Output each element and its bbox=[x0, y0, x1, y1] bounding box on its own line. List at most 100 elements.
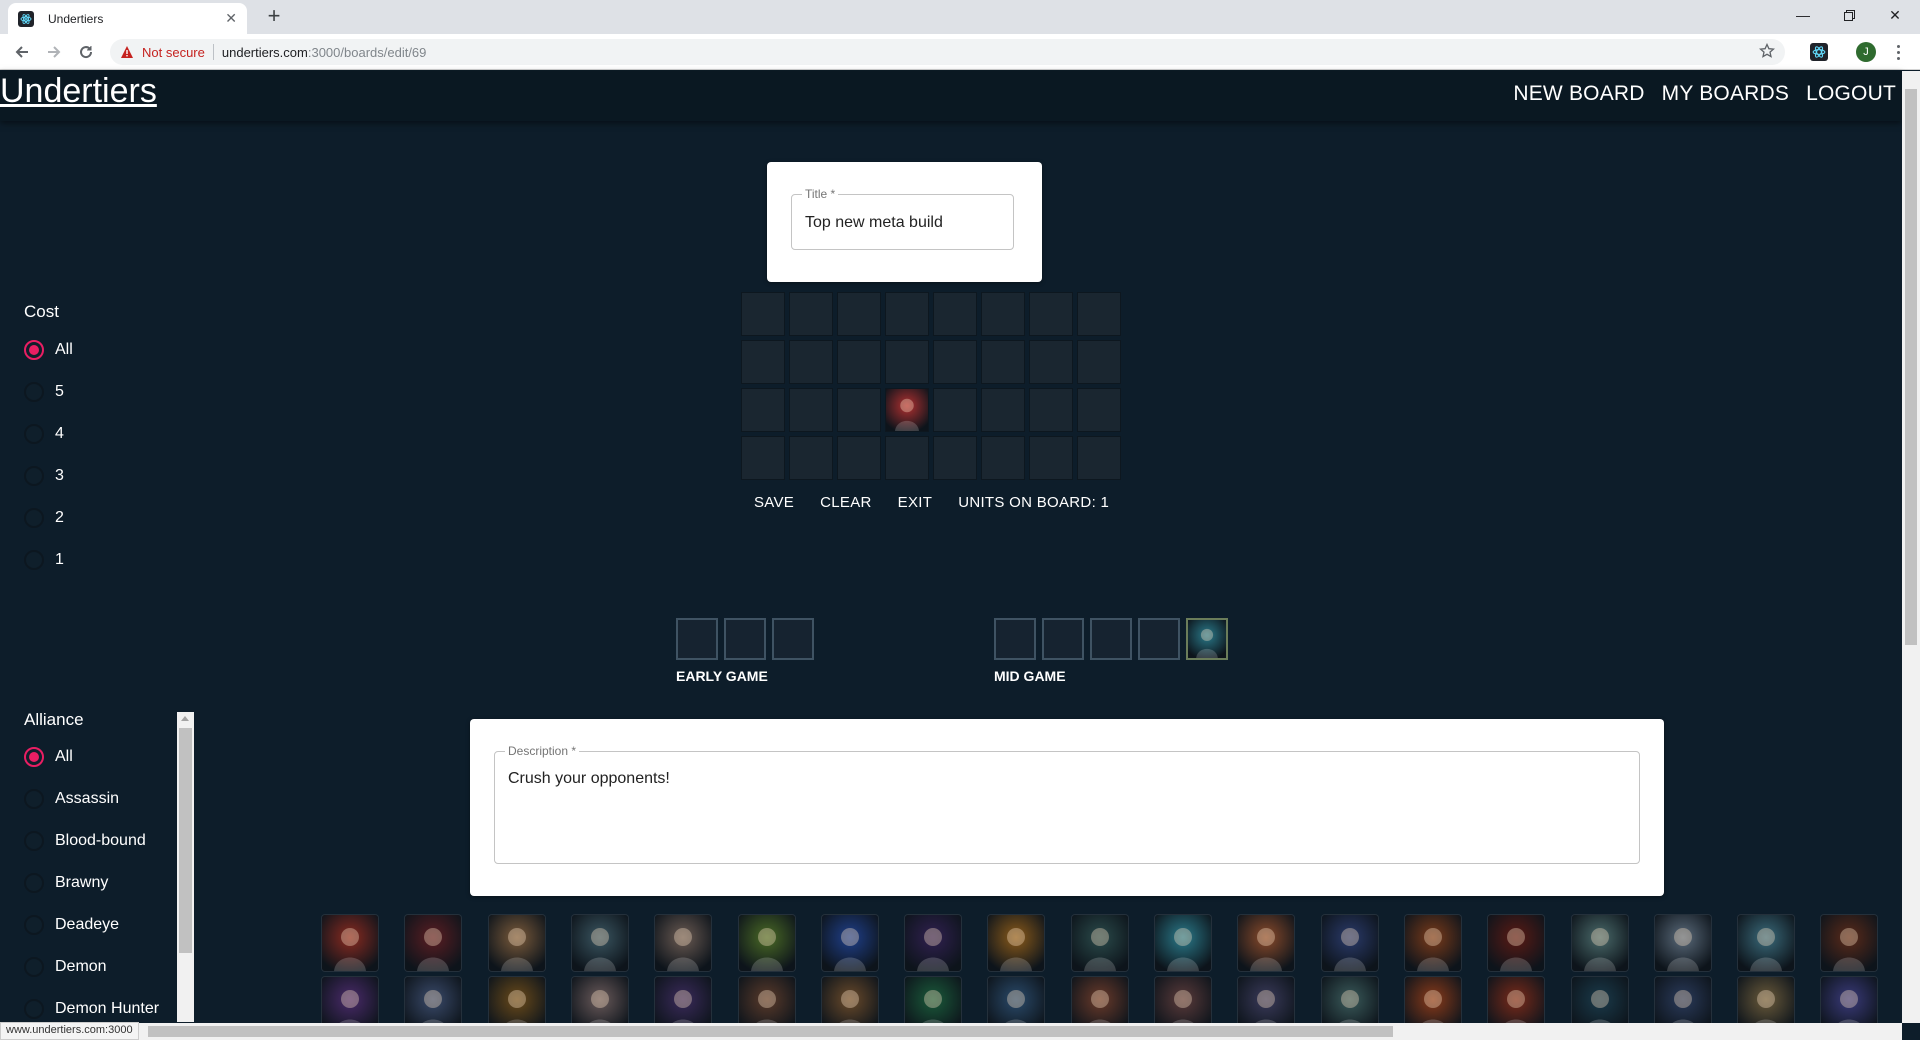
cost-filter-option[interactable]: 3 bbox=[24, 464, 64, 488]
reload-icon[interactable] bbox=[74, 40, 98, 64]
board-cell[interactable] bbox=[741, 436, 785, 480]
board-cell[interactable] bbox=[741, 292, 785, 336]
mid-game-slot[interactable] bbox=[994, 618, 1036, 660]
mid-game-slot[interactable] bbox=[1138, 618, 1180, 660]
board-cell[interactable] bbox=[981, 292, 1025, 336]
minimize-icon[interactable]: — bbox=[1780, 0, 1826, 30]
description-field-value[interactable]: Crush your opponents! bbox=[508, 770, 670, 788]
early-game-slot[interactable] bbox=[676, 618, 718, 660]
alliance-filter-radio[interactable] bbox=[24, 915, 44, 935]
board-cell[interactable] bbox=[933, 292, 977, 336]
close-window-icon[interactable]: ✕ bbox=[1872, 0, 1918, 30]
board-cell[interactable] bbox=[1077, 388, 1121, 432]
unit-portrait[interactable] bbox=[572, 915, 628, 971]
clear-button[interactable]: CLEAR bbox=[820, 494, 872, 511]
page-horizontal-scrollbar[interactable] bbox=[0, 1023, 1902, 1040]
board-cell[interactable] bbox=[1029, 292, 1073, 336]
board-cell[interactable] bbox=[789, 292, 833, 336]
unit-portrait[interactable] bbox=[1155, 915, 1211, 971]
unit-portrait[interactable] bbox=[1072, 915, 1128, 971]
board-cell-unit[interactable] bbox=[885, 388, 929, 432]
exit-button[interactable]: EXIT bbox=[898, 494, 933, 511]
alliance-scrollbar-thumb[interactable] bbox=[179, 728, 192, 953]
new-tab-icon[interactable]: + bbox=[262, 5, 286, 29]
alliance-filter-option[interactable]: Blood-bound bbox=[24, 829, 146, 853]
title-field-value[interactable]: Top new meta build bbox=[805, 214, 943, 232]
unit-portrait[interactable] bbox=[1821, 915, 1877, 971]
back-icon[interactable] bbox=[10, 40, 34, 64]
board-cell[interactable] bbox=[1029, 436, 1073, 480]
react-devtools-icon[interactable] bbox=[1810, 43, 1828, 61]
mid-game-slot[interactable] bbox=[1186, 618, 1228, 660]
cost-filter-option[interactable]: 4 bbox=[24, 422, 64, 446]
brand-link[interactable]: Undertiers bbox=[0, 72, 157, 111]
alliance-scrollbar[interactable] bbox=[177, 712, 194, 1022]
alliance-filter-option[interactable]: Demon Hunter bbox=[24, 997, 159, 1021]
board-cell[interactable] bbox=[981, 388, 1025, 432]
save-button[interactable]: SAVE bbox=[754, 494, 794, 511]
board-cell[interactable] bbox=[933, 340, 977, 384]
unit-portrait[interactable] bbox=[1405, 915, 1461, 971]
board-cell[interactable] bbox=[885, 436, 929, 480]
alliance-filter-option[interactable]: Demon bbox=[24, 955, 107, 979]
cost-filter-radio[interactable] bbox=[24, 550, 44, 570]
unit-portrait[interactable] bbox=[1238, 915, 1294, 971]
board-cell[interactable] bbox=[1029, 388, 1073, 432]
board-cell[interactable] bbox=[1029, 340, 1073, 384]
board-cell[interactable] bbox=[837, 388, 881, 432]
unit-portrait[interactable] bbox=[322, 915, 378, 971]
cost-filter-option[interactable]: 5 bbox=[24, 380, 64, 404]
browser-tab[interactable]: Undertiers ✕ bbox=[8, 3, 247, 34]
board-cell[interactable] bbox=[885, 340, 929, 384]
mid-game-slot[interactable] bbox=[1090, 618, 1132, 660]
cost-filter-option[interactable]: 1 bbox=[24, 548, 64, 572]
board-cell[interactable] bbox=[933, 436, 977, 480]
title-input[interactable]: Title * Top new meta build bbox=[791, 187, 1014, 250]
unit-portrait[interactable] bbox=[405, 915, 461, 971]
board-cell[interactable] bbox=[981, 340, 1025, 384]
unit-portrait[interactable] bbox=[655, 915, 711, 971]
unit-portrait[interactable] bbox=[1322, 915, 1378, 971]
not-secure-label[interactable]: Not secure bbox=[142, 45, 205, 60]
unit-portrait[interactable] bbox=[988, 915, 1044, 971]
page-vertical-scrollbar[interactable] bbox=[1902, 71, 1920, 1023]
unit-portrait[interactable] bbox=[1738, 915, 1794, 971]
unit-portrait[interactable] bbox=[1655, 915, 1711, 971]
page-horizontal-scrollbar-thumb[interactable] bbox=[148, 1026, 1393, 1037]
new-board-link[interactable]: NEW BOARD bbox=[1513, 82, 1644, 106]
alliance-filter-option[interactable]: Assassin bbox=[24, 787, 119, 811]
board-cell[interactable] bbox=[837, 292, 881, 336]
board-cell[interactable] bbox=[1077, 292, 1121, 336]
alliance-filter-radio[interactable] bbox=[24, 873, 44, 893]
board-cell[interactable] bbox=[981, 436, 1025, 480]
cost-filter-radio[interactable] bbox=[24, 340, 44, 360]
alliance-filter-radio[interactable] bbox=[24, 789, 44, 809]
alliance-filter-radio[interactable] bbox=[24, 747, 44, 767]
cost-filter-radio[interactable] bbox=[24, 382, 44, 402]
early-game-slot[interactable] bbox=[724, 618, 766, 660]
alliance-filter-option[interactable]: Brawny bbox=[24, 871, 108, 895]
board-cell[interactable] bbox=[789, 340, 833, 384]
alliance-filter-radio[interactable] bbox=[24, 957, 44, 977]
board-cell[interactable] bbox=[933, 388, 977, 432]
restore-icon[interactable] bbox=[1826, 0, 1872, 30]
cost-filter-radio[interactable] bbox=[24, 466, 44, 486]
board-cell[interactable] bbox=[741, 340, 785, 384]
cost-filter-option[interactable]: All bbox=[24, 338, 73, 362]
address-bar[interactable]: Not secure undertiers.com:3000/boards/ed… bbox=[110, 39, 1785, 65]
alliance-filter-radio[interactable] bbox=[24, 999, 44, 1019]
alliance-filter-option[interactable]: Deadeye bbox=[24, 913, 119, 937]
unit-portrait[interactable] bbox=[489, 915, 545, 971]
board-cell[interactable] bbox=[789, 436, 833, 480]
board-cell[interactable] bbox=[837, 340, 881, 384]
description-textarea[interactable]: Description * Crush your opponents! bbox=[494, 744, 1640, 864]
browser-menu-icon[interactable] bbox=[1890, 42, 1906, 62]
cost-filter-radio[interactable] bbox=[24, 508, 44, 528]
early-game-slot[interactable] bbox=[772, 618, 814, 660]
unit-portrait[interactable] bbox=[905, 915, 961, 971]
unit-portrait[interactable] bbox=[1572, 915, 1628, 971]
unit-portrait[interactable] bbox=[739, 915, 795, 971]
my-boards-link[interactable]: MY BOARDS bbox=[1662, 82, 1789, 106]
cost-filter-radio[interactable] bbox=[24, 424, 44, 444]
board-cell[interactable] bbox=[741, 388, 785, 432]
